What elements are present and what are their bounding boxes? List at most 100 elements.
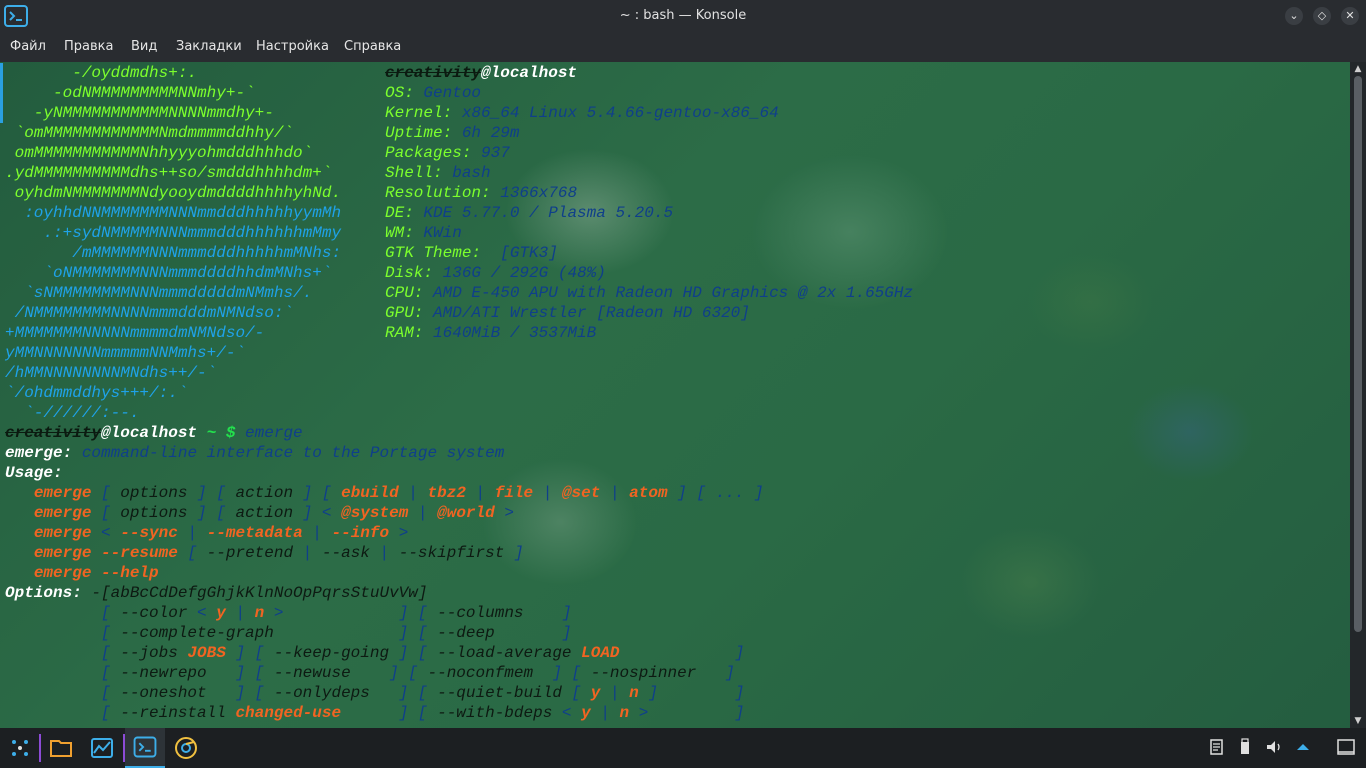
system-monitor-icon[interactable]: [82, 728, 122, 768]
menu-settings[interactable]: Настройка: [256, 32, 329, 62]
emerge-name: emerge:: [5, 444, 73, 462]
sysinfo-value: x86_64 Linux 5.4.66-gentoo-x86_64: [452, 104, 779, 122]
sysinfo-host: @localhost: [481, 64, 578, 82]
sysinfo-value: AMD E-450 APU with Radeon HD Graphics @ …: [423, 284, 914, 302]
menu-view[interactable]: Вид: [131, 32, 157, 62]
logo-line: /mMMMMMMNNNmmmdddhhhhhmMNhs:: [5, 244, 342, 262]
maximize-button[interactable]: ◇: [1313, 7, 1331, 25]
usage-line-3: emerge < --sync | --metadata | --info >: [33, 524, 409, 542]
usage-line-1: emerge [ options ] [ action ] [ ebuild |…: [33, 484, 764, 502]
sysinfo-value: KWin: [413, 224, 462, 242]
logo-line: -yNMMMMMMMMMMMNNNNmmdhy+-: [0, 103, 274, 123]
shell-prompt: creativity@localhost ~ $ emerge: [5, 423, 303, 443]
sysinfo-value: AMD/ATI Wrestler [Radeon HD 6320]: [423, 304, 750, 322]
scroll-up-arrow-icon[interactable]: ▲: [1350, 62, 1366, 76]
menu-bookmarks[interactable]: Закладки: [176, 32, 242, 62]
option-row-1: [ --color < y | n > ] [ --columns ]: [5, 604, 572, 622]
sysinfo-user: creativity: [385, 64, 482, 82]
sysinfo-row: CPU: AMD E-450 APU with Radeon HD Graphi…: [385, 283, 913, 303]
usage-line-5: emerge --help: [33, 564, 159, 582]
option-row-5: [ --oneshot ] [ --onlydeps ] [ --quiet-b…: [5, 684, 745, 702]
logo-line: `omMMMMMMMMMMMMNmdmmmmddhhy/`: [5, 124, 294, 142]
sysinfo-row: Packages: 937: [385, 143, 510, 163]
prompt-host: @localhost: [101, 424, 198, 442]
sysinfo-row: Disk: 136G / 292G (48%): [385, 263, 606, 283]
minimize-button[interactable]: ⌄: [1285, 7, 1303, 25]
logo-line: `oNMMMMMMMNNNmmmddddhhdmMNhs+`: [5, 264, 332, 282]
menu-file[interactable]: Файл: [10, 32, 46, 62]
emerge-desc-text: command-line interface to the Portage sy…: [72, 444, 505, 462]
sysinfo-label: Disk:: [385, 264, 434, 282]
sysinfo-label: GPU:: [385, 304, 424, 322]
show-desktop-icon[interactable]: [1335, 736, 1357, 758]
sysinfo-row: OS: Gentoo: [385, 83, 481, 103]
prompt-user: creativity: [5, 424, 102, 442]
sysinfo-row: DE: KDE 5.77.0 / Plasma 5.20.5: [385, 203, 673, 223]
option-row-4: [ --newrepo ] [ --newuse ] [ --noconfmem…: [5, 664, 735, 682]
sysinfo-label: Resolution:: [385, 184, 491, 202]
menu-edit[interactable]: Правка: [64, 32, 113, 62]
logo-line: -/oyddmdhs+:.: [0, 63, 197, 83]
logo-line: /NMMMMMMMMNNNNmmmdddmNMNdso:`: [5, 304, 294, 322]
sysinfo-value: 1366x768: [490, 184, 578, 202]
usage-line-4: emerge --resume [ --pretend | --ask | --…: [33, 544, 524, 562]
emerge-description: emerge: command-line interface to the Po…: [5, 443, 504, 463]
menu-help[interactable]: Справка: [344, 32, 401, 62]
sysinfo-label: Packages:: [385, 144, 472, 162]
sysinfo-row: GTK Theme: [GTK3]: [385, 243, 558, 263]
option-row-3: [ --jobs JOBS ] [ --keep-going ] [ --loa…: [5, 644, 745, 662]
sysinfo-label: DE:: [385, 204, 414, 222]
usage-label: Usage:: [5, 464, 63, 482]
sysinfo-row: GPU: AMD/ATI Wrestler [Radeon HD 6320]: [385, 303, 750, 323]
close-button[interactable]: ✕: [1341, 7, 1359, 25]
removable-device-icon[interactable]: [1234, 736, 1256, 758]
logo-line: `-//////:--.: [5, 404, 140, 422]
sysinfo-row: RAM: 1640MiB / 3537MiB: [385, 323, 596, 343]
scroll-down-arrow-icon[interactable]: ▼: [1350, 714, 1366, 728]
sysinfo-value: [GTK3]: [481, 244, 558, 262]
terminal-scrollbar[interactable]: ▲ ▼: [1350, 62, 1366, 728]
logo-line: .:+sydNMMMMMNNNmmmdddhhhhhhmMmy: [5, 224, 342, 242]
sysinfo-value: bash: [442, 164, 491, 182]
konsole-task-icon[interactable]: [125, 728, 165, 768]
menu-bar: Файл Правка Вид Закладки Настройка Справ…: [0, 32, 1366, 62]
logo-line: `/ohdmmddhys+++/:.`: [5, 384, 188, 402]
sysinfo-label: GTK Theme:: [385, 244, 482, 262]
app-launcher-icon[interactable]: [0, 728, 40, 768]
sysinfo-label: Uptime:: [385, 124, 453, 142]
prompt-path: ~ $: [197, 424, 236, 442]
logo-line: -odNMMMMMMMMMNNmhy+-`: [0, 83, 255, 103]
sysinfo-row: Shell: bash: [385, 163, 491, 183]
logo-line: :oyhhdNNMMMMMMMNNNmmdddhhhhhyymMh: [5, 204, 342, 222]
file-manager-icon[interactable]: [41, 728, 81, 768]
terminal-view[interactable]: -/oyddmdhs+:. -odNMMMMMMMMMNNmhy+-` -yNM…: [0, 62, 1366, 728]
sysinfo-label: RAM:: [385, 324, 424, 342]
sysinfo-value: Gentoo: [413, 84, 482, 102]
sysinfo-value: 136G / 292G (48%): [433, 264, 606, 282]
sysinfo-label: Shell:: [385, 164, 443, 182]
option-row-2: [ --complete-graph ] [ --deep ]: [5, 624, 572, 642]
sysinfo-value: 6h 29m: [452, 124, 520, 142]
clipboard-icon[interactable]: [1205, 736, 1227, 758]
sysinfo-label: WM:: [385, 224, 414, 242]
usage-line-2: emerge [ options ] [ action ] < @system …: [33, 504, 514, 522]
sysinfo-value: KDE 5.77.0 / Plasma 5.20.5: [413, 204, 674, 222]
chrome-browser-icon[interactable]: [166, 728, 206, 768]
sysinfo-row: Kernel: x86_64 Linux 5.4.66-gentoo-x86_6…: [385, 103, 779, 123]
sysinfo-label: Kernel:: [385, 104, 453, 122]
taskbar: [0, 728, 1366, 768]
sysinfo-row: Resolution: 1366x768: [385, 183, 577, 203]
logo-line: oyhdmNMMMMMMMNdyooydmddddhhhhyhNd.: [5, 184, 342, 202]
logo-line: `sNMMMMMMMMNNNmmmdddddmNMmhs/.: [5, 284, 313, 302]
logo-line: /hMMNNNNNNNNMNdhs++/-`: [5, 364, 217, 382]
sysinfo-header: creativity@localhost: [385, 63, 577, 83]
scrollbar-thumb[interactable]: [1354, 76, 1362, 632]
logo-line: yMMNNNNNNNmmmmmNNMmhs+/-`: [5, 344, 246, 362]
logo-line: omMMMMMMMMMMMNhhyyyohmdddhhhdo`: [5, 144, 313, 162]
sysinfo-row: Uptime: 6h 29m: [385, 123, 519, 143]
volume-icon[interactable]: [1263, 736, 1285, 758]
title-bar: ~ : bash — Konsole ⌄ ◇ ✕: [0, 0, 1366, 32]
sysinfo-row: WM: KWin: [385, 223, 462, 243]
tray-expand-arrow-icon[interactable]: [1292, 736, 1314, 758]
prompt-command: emerge: [235, 424, 303, 442]
